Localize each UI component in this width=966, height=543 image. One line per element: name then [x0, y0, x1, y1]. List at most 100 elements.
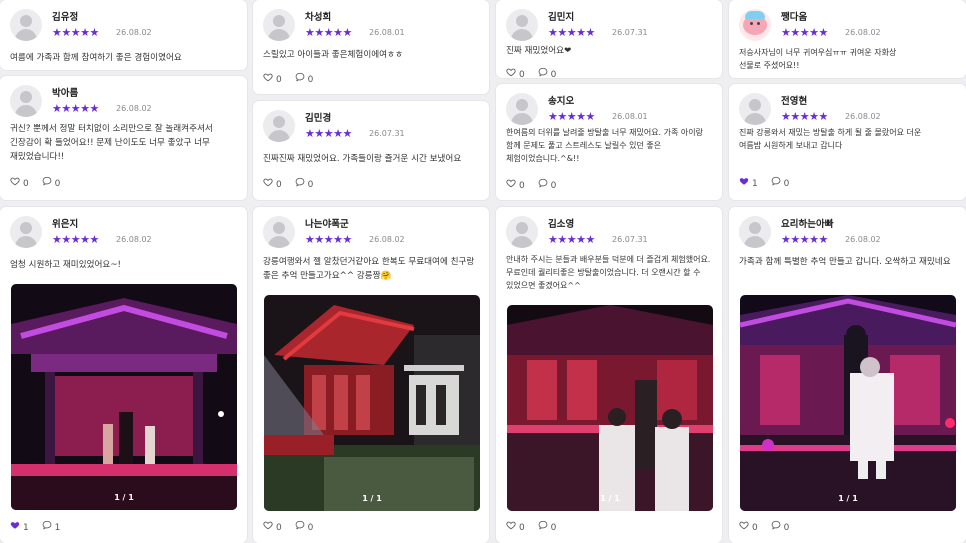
reviewer-name: 나는야폭군	[305, 219, 349, 230]
escape-room-actors-photo	[507, 305, 713, 511]
avatar	[506, 9, 538, 41]
review-actions: 0 0	[506, 178, 556, 191]
review-card[interactable]: 차성희 ★★★★★ 26.08.01 스릴있고 아이들과 좋은체험이에여ㅎㅎ 0…	[253, 0, 489, 94]
heart-icon[interactable]	[506, 178, 516, 188]
review-card[interactable]: 김민경 ★★★★★ 26.07.31 진짜진짜 재밌었어요. 가족들이랑 즐거운…	[253, 101, 489, 200]
heart-icon[interactable]	[739, 176, 749, 186]
avatar	[263, 110, 295, 142]
rating-stars: ★★★★★	[781, 110, 828, 123]
reviewer-name: 박아름	[52, 88, 79, 99]
review-photo[interactable]: 1 / 1	[740, 295, 956, 511]
like-count: 0	[23, 178, 29, 189]
reviewer-name: 송지오	[548, 96, 575, 107]
review-card[interactable]: 위은지 ★★★★★ 26.08.02 엄청 시원하고 재미있었어요~! 1 / …	[0, 207, 247, 543]
review-actions: 0 0	[10, 176, 60, 189]
rating-stars: ★★★★★	[305, 233, 352, 246]
review-photo[interactable]: 1 / 1	[507, 305, 713, 511]
rating-stars: ★★★★★	[548, 233, 595, 246]
photo-pager: 1 / 1	[838, 494, 858, 503]
avatar	[506, 93, 538, 125]
heart-icon[interactable]	[739, 520, 749, 530]
review-card[interactable]: 박아름 ★★★★★ 26.08.02 귀신? 뿐께서 정말 터치없이 소리만으로…	[0, 76, 247, 200]
review-text: 가족과 함께 특별한 추억 만들고 갑니다. 오싹하고 재밌네요	[739, 257, 951, 267]
review-date: 26.07.31	[612, 28, 648, 37]
review-card[interactable]: 송지오 ★★★★★ 26.08.01 한여름의 더위를 날려줄 방탈출 너무 재…	[496, 84, 722, 200]
comment-icon[interactable]	[42, 520, 52, 530]
review-actions: 0 0	[263, 520, 313, 533]
review-date: 26.08.01	[369, 28, 405, 37]
avatar	[10, 85, 42, 117]
review-date: 26.08.02	[116, 104, 152, 113]
review-actions: 1 1	[10, 520, 60, 533]
review-actions: 1 0	[739, 176, 789, 189]
review-actions: 0 0	[263, 177, 313, 190]
reviewer-name: 위은지	[52, 219, 79, 230]
comment-icon[interactable]	[538, 520, 548, 530]
heart-icon[interactable]	[506, 67, 516, 77]
comment-count: 0	[307, 179, 314, 190]
comment-icon[interactable]	[295, 72, 305, 82]
escape-room-child-photo	[740, 295, 956, 511]
rating-stars: ★★★★★	[305, 26, 352, 39]
comment-icon[interactable]	[295, 520, 305, 530]
avatar	[739, 216, 771, 248]
comment-count: 1	[54, 522, 61, 533]
review-card[interactable]: 쨍다옴 ★★★★★ 26.08.02 저승사자님이 너무 귀여우심ㅠㅠ 귀여운 …	[729, 0, 966, 78]
review-actions: 0 0	[506, 520, 556, 533]
avatar	[10, 216, 42, 248]
comment-icon[interactable]	[771, 176, 781, 186]
review-text: 진짜 강릉와서 재밌는 방탈출 하게 될 줄 몰랐어요 더운 여름밤 시원하게 …	[739, 128, 922, 150]
like-count: 0	[752, 522, 758, 533]
review-card[interactable]: 김민지 ★★★★★ 26.07.31 진짜 재밌었어요❤ 0 0	[496, 0, 722, 78]
comment-count: 0	[54, 178, 61, 189]
comment-icon[interactable]	[538, 178, 548, 188]
review-date: 26.08.02	[116, 28, 152, 37]
like-count: 0	[519, 69, 525, 79]
review-date: 26.08.02	[116, 235, 152, 244]
review-actions: 0 0	[739, 520, 789, 533]
review-card[interactable]: 요리하는아빠 ★★★★★ 26.08.02 가족과 함께 특별한 추억 만들고 …	[729, 207, 966, 543]
heart-icon[interactable]	[10, 176, 20, 186]
heart-icon[interactable]	[10, 520, 20, 530]
avatar	[506, 216, 538, 248]
review-card[interactable]: 나는야폭군 ★★★★★ 26.08.02 강릉여행와서 젤 알찼던거같아요 한복…	[253, 207, 489, 543]
rating-stars: ★★★★★	[305, 127, 352, 140]
like-count: 0	[276, 522, 282, 533]
comment-icon[interactable]	[771, 520, 781, 530]
review-text: 여름에 가족과 함께 참여하기 좋은 경험이였어요	[10, 53, 182, 63]
heart-icon[interactable]	[506, 520, 516, 530]
reviewer-name: 전영현	[781, 96, 808, 107]
review-date: 26.08.02	[845, 112, 881, 121]
review-card[interactable]: 김소영 ★★★★★ 26.07.31 안내하 주시는 분들과 배우분들 덕분에 …	[496, 207, 722, 543]
review-text: 진짜 재밌었어요❤	[506, 46, 572, 56]
comment-icon[interactable]	[42, 176, 52, 186]
review-card[interactable]: 김유정 ★★★★★ 26.08.02 여름에 가족과 함께 참여하기 좋은 경험…	[0, 0, 247, 70]
reviewer-name: 요리하는아빠	[781, 219, 834, 230]
review-photo[interactable]: 1 / 1	[11, 284, 237, 510]
photo-pager: 1 / 1	[362, 494, 382, 503]
like-count: 0	[519, 180, 525, 191]
reviewer-name: 김소영	[548, 219, 575, 230]
review-text: 저승사자님이 너무 귀여우심ㅠㅠ 귀여운 자화상 선물로 주셨어요!!	[739, 48, 897, 70]
review-date: 26.08.01	[612, 112, 648, 121]
review-photo[interactable]: 1 / 1	[264, 295, 480, 511]
review-date: 26.07.31	[369, 129, 405, 138]
hanok-night-photo	[264, 295, 480, 511]
rating-stars: ★★★★★	[781, 233, 828, 246]
reviewer-name: 김유정	[52, 12, 79, 23]
review-date: 26.07.31	[612, 235, 648, 244]
rating-stars: ★★★★★	[52, 233, 99, 246]
rating-stars: ★★★★★	[548, 110, 595, 123]
photo-pager: 1 / 1	[114, 493, 134, 502]
review-card[interactable]: 전영현 ★★★★★ 26.08.02 진짜 강릉와서 재밌는 방탈출 하게 될 …	[729, 84, 966, 200]
comment-count: 0	[550, 180, 557, 191]
comment-count: 0	[307, 522, 314, 533]
like-count: 1	[752, 178, 758, 189]
comment-icon[interactable]	[538, 67, 548, 77]
comment-icon[interactable]	[295, 177, 305, 187]
heart-icon[interactable]	[263, 520, 273, 530]
heart-icon[interactable]	[263, 177, 273, 187]
avatar	[263, 9, 295, 41]
heart-icon[interactable]	[263, 72, 273, 82]
comment-count: 0	[783, 522, 790, 533]
